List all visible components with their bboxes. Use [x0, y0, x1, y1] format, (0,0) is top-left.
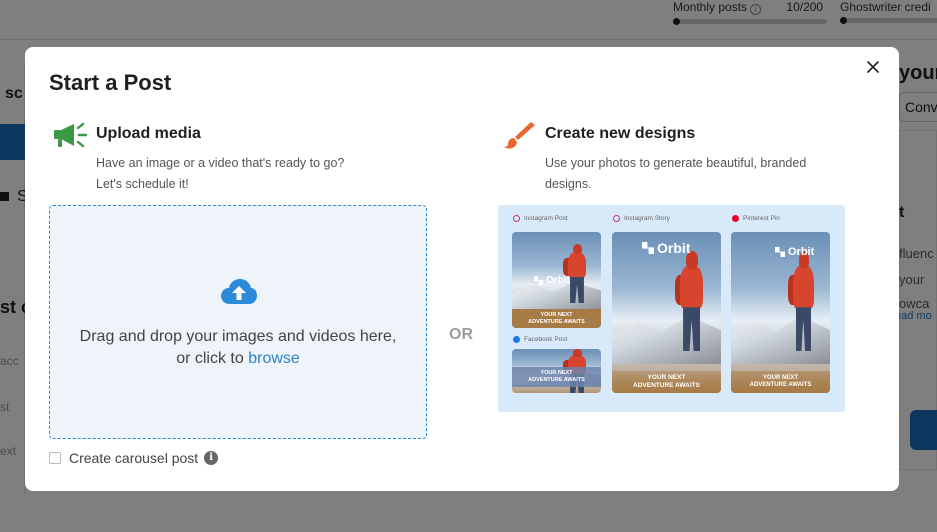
upload-media-description: Have an image or a video that's ready to… [96, 156, 345, 191]
brand-logo: Orbit [775, 246, 814, 258]
tagline-band: YOUR NEXT ADVENTURE AWAITS [512, 367, 601, 387]
instagram-post-label: Instagram Post [513, 215, 568, 222]
facebook-post-preview: YOUR NEXT ADVENTURE AWAITS [512, 349, 601, 393]
media-dropzone[interactable]: Drag and drop your images and videos her… [49, 205, 427, 439]
design-preview[interactable]: Instagram Post Instagram Story Pinterest… [498, 205, 845, 412]
start-post-modal: Start a Post Upload media Have an image … [25, 47, 899, 491]
facebook-post-label: Facebook Post [513, 336, 567, 343]
pinterest-icon [732, 215, 739, 222]
close-icon [867, 61, 879, 73]
instagram-icon [613, 215, 620, 222]
carousel-checkbox[interactable] [49, 452, 61, 464]
close-button[interactable] [863, 57, 883, 77]
brand-logo: Orbit [642, 240, 690, 256]
paintbrush-icon [504, 122, 535, 149]
facebook-icon [513, 336, 520, 343]
instagram-story-label: Instagram Story [613, 215, 670, 222]
modal-title: Start a Post [49, 70, 172, 95]
create-designs-description: Use your photos to generate beautiful, b… [545, 156, 807, 191]
carousel-option: Create carousel post i [49, 449, 219, 467]
upload-media-title: Upload media [96, 125, 201, 142]
tagline-band: YOUR NEXT ADVENTURE AWAITS [731, 371, 830, 393]
instagram-icon [513, 215, 520, 222]
megaphone-icon [54, 122, 88, 148]
browse-link[interactable]: browse [248, 350, 300, 367]
create-designs-title: Create new designs [545, 125, 696, 142]
create-designs-section: Create new designs Use your photos to ge… [501, 120, 881, 200]
cloud-upload-icon [221, 279, 257, 304]
instagram-story-preview: Orbit YOUR NEXT ADVENTURE AWAITS [612, 232, 721, 393]
tagline-band: YOUR NEXT ADVENTURE AWAITS [612, 371, 721, 393]
upload-media-section: Upload media Have an image or a video th… [52, 120, 432, 200]
dropzone-instructions: Drag and drop your images and videos her… [79, 328, 397, 367]
pinterest-pin-preview: Orbit YOUR NEXT ADVENTURE AWAITS [731, 232, 830, 393]
brand-logo: Orbit [534, 275, 570, 286]
pinterest-pin-label: Pinterest Pin [732, 215, 780, 222]
instagram-post-preview: Orbit YOUR NEXT ADVENTURE AWAITS [512, 232, 601, 328]
or-separator: OR [449, 326, 473, 343]
tagline-band: YOUR NEXT ADVENTURE AWAITS [512, 309, 601, 328]
info-icon[interactable]: i [204, 451, 219, 465]
carousel-label[interactable]: Create carousel post [69, 450, 198, 466]
